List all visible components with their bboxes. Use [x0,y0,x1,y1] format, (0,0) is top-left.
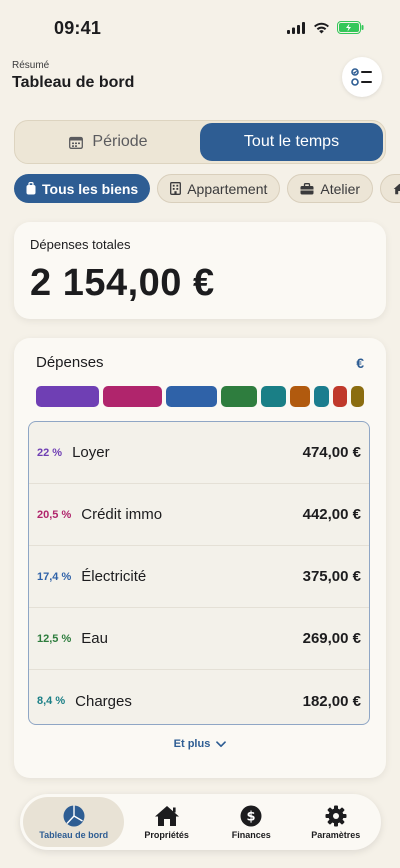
tab-dashboard[interactable]: Tableau de bord [23,797,125,847]
expense-percent: 12,5 % [37,632,72,645]
chip-label: Tous les biens [42,180,139,197]
tab-settings[interactable]: Paramètres [293,797,378,847]
expense-amount: 375,00 € [302,568,361,585]
period-option-label: Période [92,133,148,150]
total-expenses-value: 2 154,00 € [30,262,215,304]
expense-name: Charges [75,692,132,710]
expenses-title: Dépenses [36,354,104,371]
show-more-button[interactable]: Et plus [14,738,386,750]
expense-name: Loyer [72,444,110,461]
period-option-all-time[interactable]: Tout le temps [200,123,383,161]
svg-text:$: $ [247,809,256,824]
tab-label: Finances [231,829,271,840]
tab-bar: Tableau de bord Propriétés $ Finances Pa… [20,794,381,850]
period-toggle: Période Tout le temps [14,120,386,164]
property-filter-chips: Tous les biens Appartement Atelier [14,174,400,204]
expense-amount: 474,00 € [302,444,361,461]
chip-workshop[interactable]: Atelier [287,174,374,203]
status-icons [287,21,364,34]
expense-amount: 442,00 € [302,506,361,523]
tab-properties[interactable]: Propriétés [124,797,209,847]
tab-label: Tableau de bord [39,829,109,840]
expense-row[interactable]: 12,5 % Eau 269,00 € [29,608,369,670]
gear-icon [325,805,347,826]
tab-finances[interactable]: $ Finances [209,797,294,847]
building-icon [170,182,182,195]
expense-row[interactable]: 22 % Loyer 474,00 € [29,422,369,484]
chip-all-properties[interactable]: Tous les biens [14,174,151,203]
chip-label: Appartement [187,180,268,197]
distribution-segment [313,386,330,407]
chip-house[interactable] [380,174,400,203]
expenses-card: Dépenses € 22 % Loyer 474,00 € 20,5 % Cr… [14,338,386,778]
distribution-segment [166,386,217,407]
chip-apartment[interactable]: Appartement [157,174,281,203]
expense-name: Eau [81,630,108,647]
expense-row[interactable]: 8,4 % Charges 182,00 € [29,670,369,724]
total-expenses-label: Dépenses totales [30,237,131,252]
page-title: Tableau de bord [12,74,135,91]
distribution-segment [103,386,163,407]
signal-icon [287,21,305,34]
expense-percent: 20,5 % [37,508,72,521]
expense-name: Crédit immo [81,506,163,523]
distribution-segment [220,386,258,407]
expense-amount: 269,00 € [302,630,361,647]
period-option-label: Tout le temps [243,133,340,150]
expense-percent: 17,4 % [37,570,72,583]
show-more-label: Et plus [173,738,211,750]
expense-row[interactable]: 20,5 % Crédit immo 442,00 € [29,484,369,546]
expense-percent: 22 % [37,446,63,459]
distribution-segment [351,386,364,407]
expense-name: Électricité [81,568,147,585]
checklist-button[interactable] [342,57,382,97]
currency-selector[interactable]: € [356,355,364,371]
expense-list: 22 % Loyer 474,00 € 20,5 % Crédit immo 4… [28,421,370,725]
total-expenses-card: Dépenses totales 2 154,00 € [14,222,386,319]
pie-chart-icon [63,805,85,826]
expense-amount: 182,00 € [302,692,361,710]
status-time: 09:41 [54,18,102,38]
briefcase-icon [300,182,314,194]
distribution-segment [261,386,286,407]
battery-icon [337,21,364,34]
expense-percent: 8,4 % [37,695,66,707]
expense-distribution-bar [36,386,364,407]
status-bar: 09:41 [0,0,400,56]
chip-label: Atelier [320,180,361,197]
distribution-segment [333,386,348,407]
chevron-down-icon [216,740,227,747]
house-icon [154,805,179,826]
suitcase-icon [26,182,36,195]
wifi-icon [314,22,329,33]
calendar-icon [69,136,84,149]
distribution-segment [289,386,310,407]
house-icon [393,183,400,194]
tab-label: Propriétés [144,829,189,840]
tab-label: Paramètres [311,829,361,840]
dollar-icon: $ [240,805,262,826]
header-subtitle: Résumé [12,60,50,71]
period-option-period[interactable]: Période [17,123,200,161]
expense-row[interactable]: 17,4 % Électricité 375,00 € [29,546,369,608]
distribution-segment [36,386,100,407]
checklist-icon [351,68,372,86]
header: Résumé Tableau de bord [12,57,382,100]
